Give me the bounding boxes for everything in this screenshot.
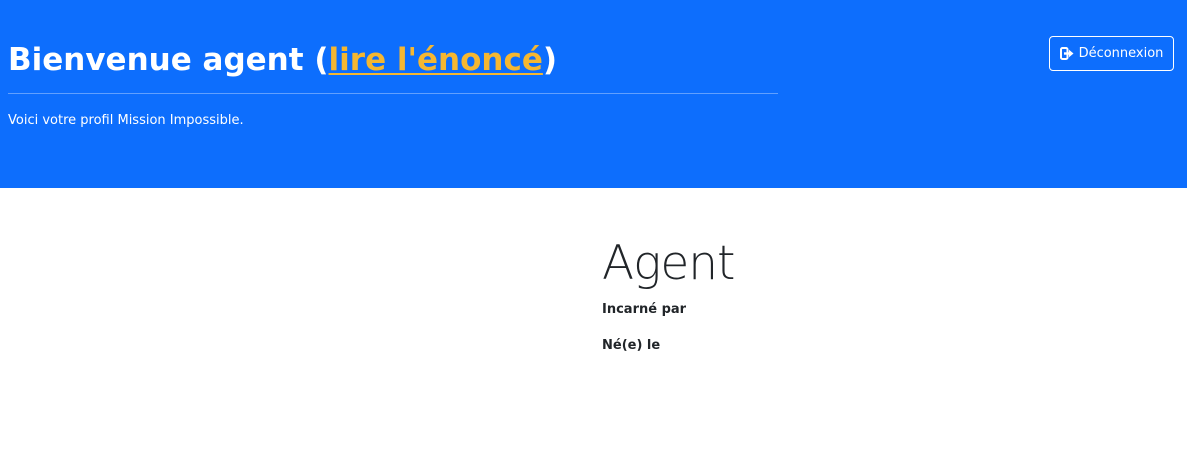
logout-label: Déconnexion xyxy=(1078,46,1164,61)
born-label: Né(e) le xyxy=(602,338,661,353)
header-divider xyxy=(8,93,778,94)
profile-name: Agent xyxy=(602,236,735,291)
page-title: Bienvenue agent (lire l'énoncé) xyxy=(8,38,557,82)
title-prefix: Bienvenue agent ( xyxy=(8,42,329,78)
played-by-label: Incarné par xyxy=(602,302,687,317)
header-banner: Bienvenue agent (lire l'énoncé) Voici vo… xyxy=(0,0,1187,188)
header-lead: Voici votre profil Mission Impossible. xyxy=(8,113,244,128)
title-suffix: ) xyxy=(542,42,558,78)
logout-button[interactable]: Déconnexion xyxy=(1049,36,1174,71)
statement-link[interactable]: lire l'énoncé xyxy=(329,42,543,78)
sign-out-icon xyxy=(1059,47,1074,60)
profile-section: Agent Incarné par Né(e) le xyxy=(602,232,735,353)
